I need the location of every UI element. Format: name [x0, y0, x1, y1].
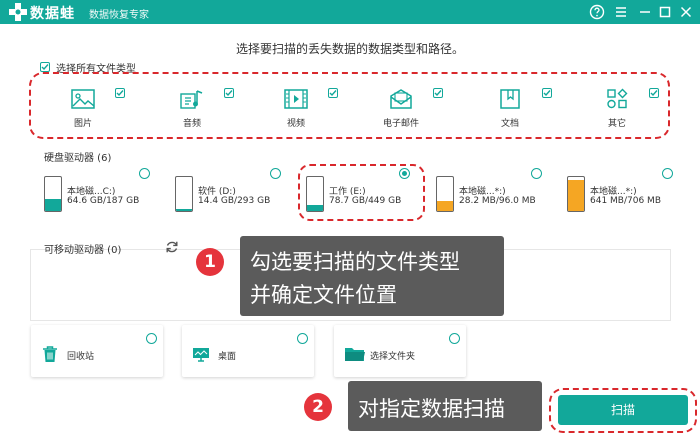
- desktop-icon: [193, 348, 209, 362]
- step-1-badge: 1: [196, 248, 224, 276]
- drive-card[interactable]: 本地磁...C:) 64.6 GB/187 GB: [41, 168, 166, 216]
- app-subtitle: 数据恢复专家: [89, 10, 149, 21]
- location-select-folder[interactable]: 选择文件夹: [334, 325, 466, 377]
- folder-icon: [345, 348, 365, 361]
- location-label: 回收站: [67, 352, 95, 362]
- step-1-line-1: 勾选要扫描的文件类型: [250, 250, 460, 274]
- drive-usage-fill: [45, 199, 61, 211]
- location-radio[interactable]: [146, 333, 157, 344]
- drive-radio[interactable]: [270, 168, 281, 179]
- step-2-text: 对指定数据扫描: [358, 397, 505, 421]
- drive-size: 14.4 GB/293 GB: [198, 196, 271, 206]
- drive-usage-fill: [176, 209, 192, 211]
- recycle-bin-icon: [43, 346, 57, 362]
- step-1-line-2: 并确定文件位置: [250, 283, 397, 307]
- checkbox-checked-icon: [40, 62, 50, 72]
- hdd-section-title: 硬盘驱动器 (6): [44, 153, 112, 164]
- drive-card[interactable]: 本地磁...*:) 28.2 MB/96.0 MB: [433, 168, 558, 216]
- maximize-icon[interactable]: [656, 3, 674, 21]
- app-name: 数据蛙: [30, 6, 75, 22]
- drive-usage-fill: [568, 180, 584, 211]
- step-1-callout: 勾选要扫描的文件类型 并确定文件位置: [240, 236, 504, 316]
- drive-usage-fill: [437, 201, 453, 211]
- drive-icon: [44, 176, 62, 212]
- page-instruction: 选择要扫描的丢失数据的数据类型和路径。: [235, 42, 464, 56]
- removable-section-title: 可移动驱动器 (0): [44, 245, 122, 256]
- location-desktop[interactable]: 桌面: [182, 325, 314, 377]
- location-radio[interactable]: [449, 333, 460, 344]
- close-icon[interactable]: [677, 3, 695, 21]
- title-bar: 数据蛙 数据恢复专家: [0, 0, 700, 24]
- annotation-dashed-outline: [298, 164, 425, 221]
- annotation-dashed-outline: [29, 72, 670, 139]
- drive-radio[interactable]: [139, 168, 150, 179]
- minimize-icon[interactable]: [636, 3, 654, 21]
- drive-radio[interactable]: [531, 168, 542, 179]
- drive-size: 28.2 MB/96.0 MB: [459, 196, 536, 206]
- help-icon[interactable]: [588, 3, 606, 21]
- location-label: 桌面: [218, 352, 237, 362]
- annotation-dashed-outline: [549, 388, 697, 433]
- drive-card[interactable]: 本地磁...*:) 641 MB/706 MB: [564, 168, 689, 216]
- drive-icon: [436, 176, 454, 212]
- step-2-badge: 2: [304, 393, 332, 421]
- refresh-icon[interactable]: [165, 240, 179, 254]
- location-recycle-bin[interactable]: 回收站: [31, 325, 163, 377]
- drive-size: 641 MB/706 MB: [590, 196, 661, 206]
- location-label: 选择文件夹: [370, 352, 416, 362]
- app-logo-icon: [9, 3, 27, 21]
- menu-icon[interactable]: [612, 3, 630, 21]
- drive-icon: [567, 176, 585, 212]
- drive-radio[interactable]: [662, 168, 673, 179]
- drive-card[interactable]: 软件 (D:) 14.4 GB/293 GB: [172, 168, 297, 216]
- step-2-callout: 对指定数据扫描: [348, 381, 542, 431]
- drive-size: 64.6 GB/187 GB: [67, 196, 140, 206]
- location-radio[interactable]: [297, 333, 308, 344]
- drive-icon: [175, 176, 193, 212]
